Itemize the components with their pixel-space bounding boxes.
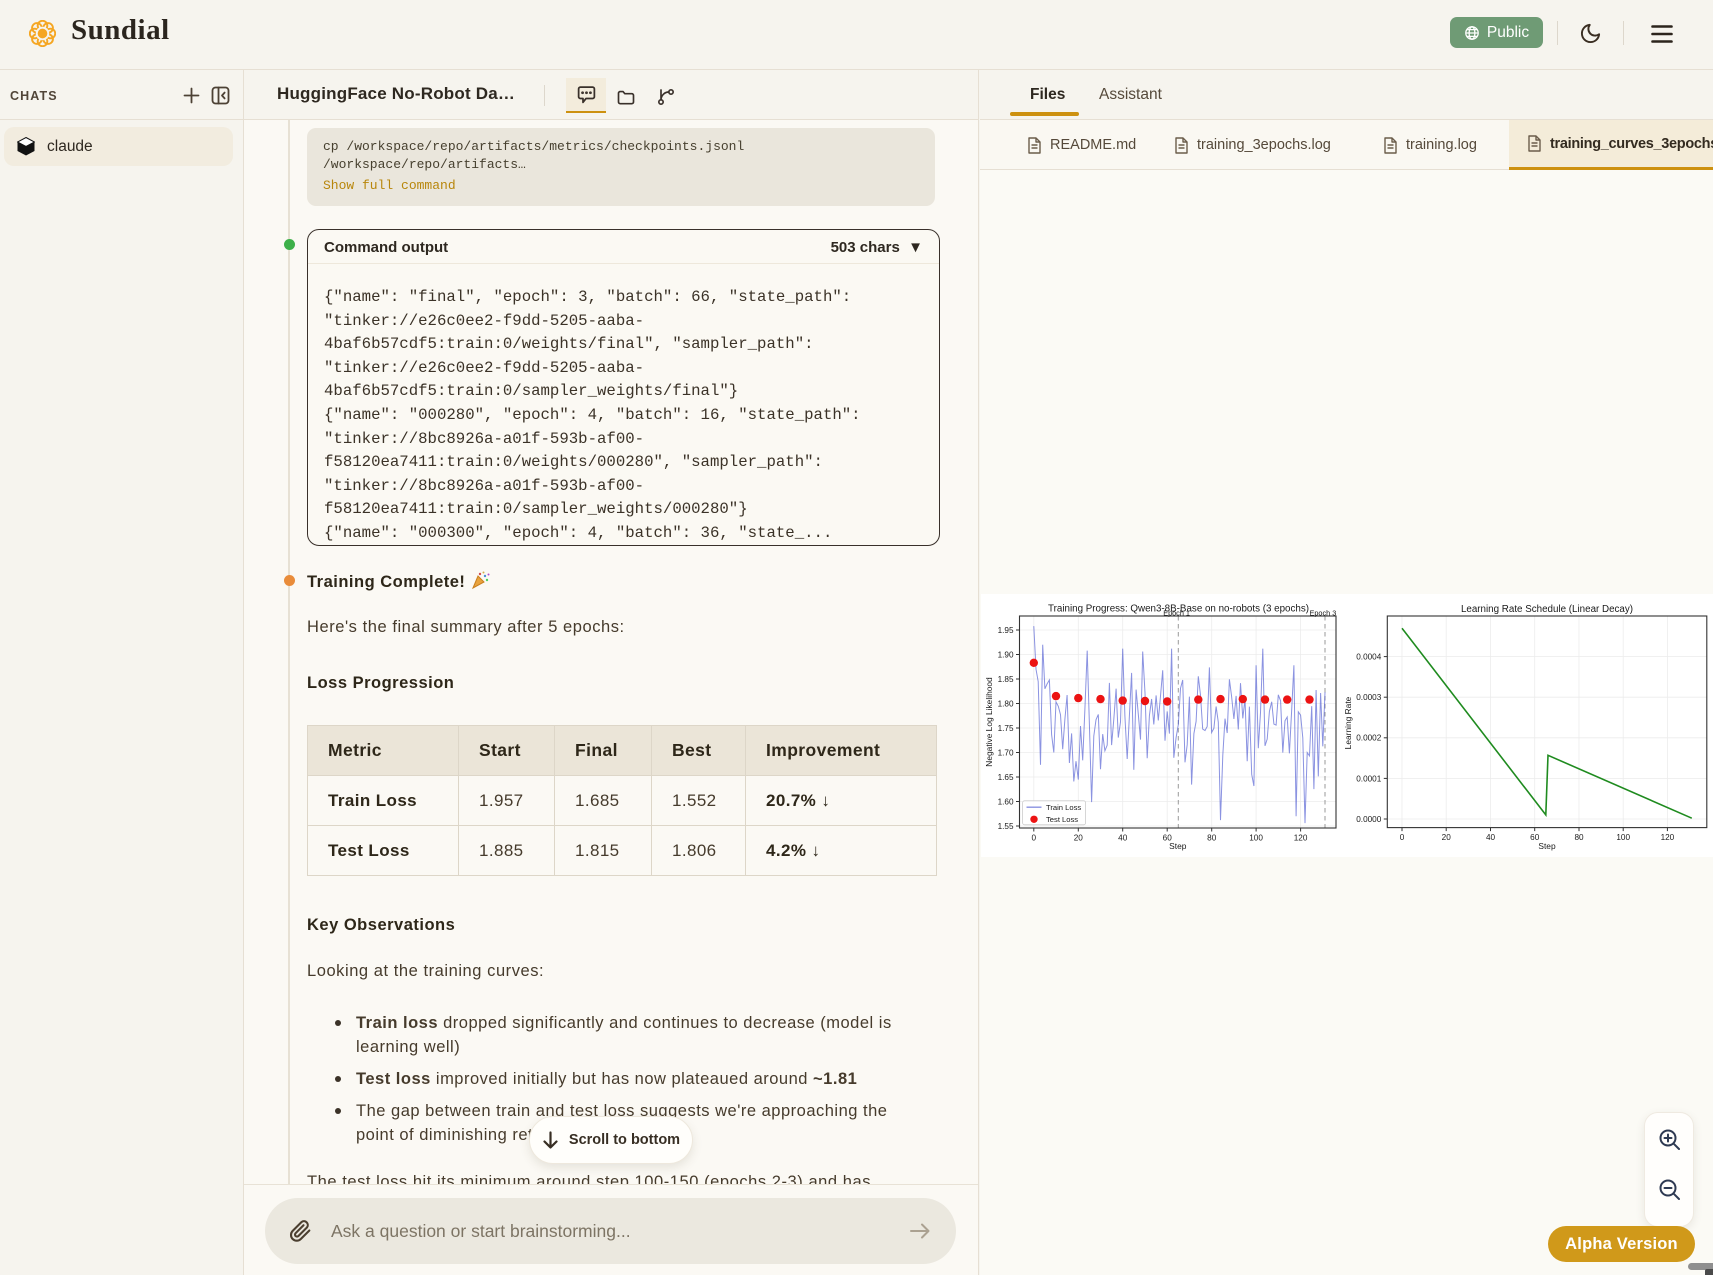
svg-text:1.65: 1.65 bbox=[998, 773, 1014, 782]
svg-text:Epoch 1: Epoch 1 bbox=[1163, 609, 1190, 618]
svg-text:1.70: 1.70 bbox=[998, 748, 1014, 757]
svg-text:Train Loss: Train Loss bbox=[1046, 803, 1081, 812]
svg-text:120: 120 bbox=[1661, 833, 1675, 842]
svg-text:0.0004: 0.0004 bbox=[1356, 653, 1381, 662]
svg-text:40: 40 bbox=[1486, 833, 1496, 842]
svg-text:0: 0 bbox=[1400, 833, 1405, 842]
svg-text:0.0003: 0.0003 bbox=[1356, 693, 1381, 702]
svg-text:100: 100 bbox=[1616, 833, 1630, 842]
svg-text:1.90: 1.90 bbox=[998, 650, 1014, 659]
svg-text:Learning Rate Schedule (Linear: Learning Rate Schedule (Linear Decay) bbox=[1461, 604, 1633, 615]
svg-text:1.95: 1.95 bbox=[998, 626, 1014, 635]
svg-text:80: 80 bbox=[1574, 833, 1584, 842]
svg-text:0: 0 bbox=[1032, 834, 1037, 843]
svg-text:40: 40 bbox=[1118, 834, 1128, 843]
svg-text:120: 120 bbox=[1294, 834, 1308, 843]
svg-text:Test Loss: Test Loss bbox=[1046, 815, 1078, 824]
svg-text:20: 20 bbox=[1074, 834, 1084, 843]
svg-text:1.60: 1.60 bbox=[998, 797, 1014, 806]
svg-text:100: 100 bbox=[1249, 834, 1263, 843]
svg-text:20: 20 bbox=[1442, 833, 1452, 842]
svg-text:0.0002: 0.0002 bbox=[1356, 734, 1381, 743]
svg-text:1.85: 1.85 bbox=[998, 675, 1014, 684]
svg-text:Negative Log Likelihood: Negative Log Likelihood bbox=[984, 677, 994, 767]
svg-text:1.55: 1.55 bbox=[998, 822, 1014, 831]
svg-text:80: 80 bbox=[1207, 834, 1217, 843]
svg-text:1.80: 1.80 bbox=[998, 699, 1014, 708]
svg-text:Learning Rate: Learning Rate bbox=[1343, 696, 1353, 749]
svg-text:Step: Step bbox=[1538, 841, 1556, 851]
svg-text:Step: Step bbox=[1169, 841, 1187, 851]
svg-text:1.75: 1.75 bbox=[998, 724, 1014, 733]
svg-text:0.0001: 0.0001 bbox=[1356, 774, 1381, 783]
svg-text:Epoch 3: Epoch 3 bbox=[1310, 609, 1337, 618]
svg-text:0.0000: 0.0000 bbox=[1356, 815, 1381, 824]
